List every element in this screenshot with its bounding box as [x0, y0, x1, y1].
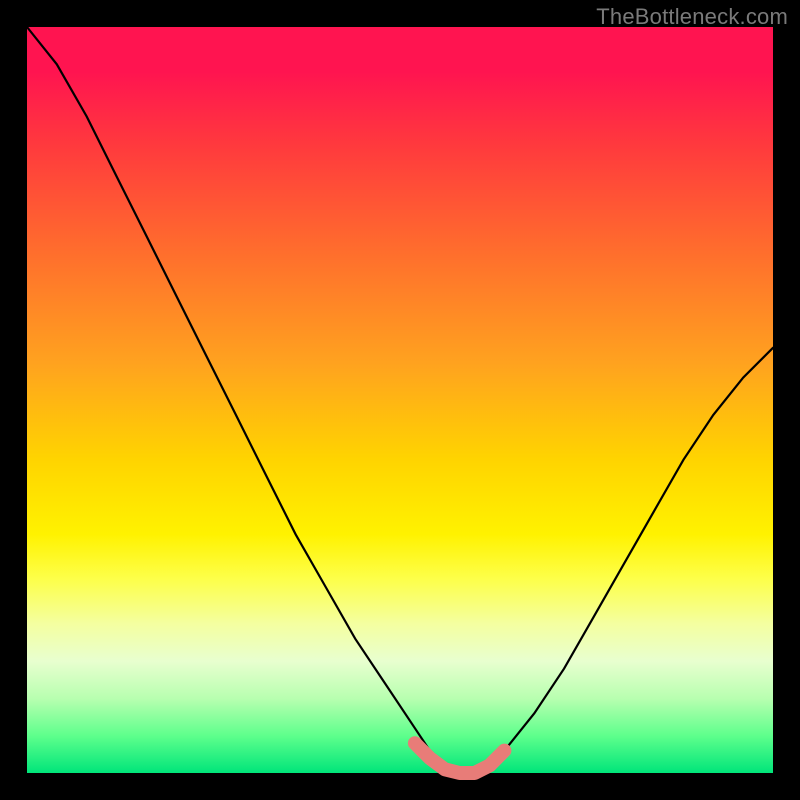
plot-area: [27, 27, 773, 773]
optimal-flat-region-path: [415, 743, 505, 773]
bottleneck-curve-path: [27, 27, 773, 773]
chart-frame: TheBottleneck.com: [0, 0, 800, 800]
curve-layer: [27, 27, 773, 773]
